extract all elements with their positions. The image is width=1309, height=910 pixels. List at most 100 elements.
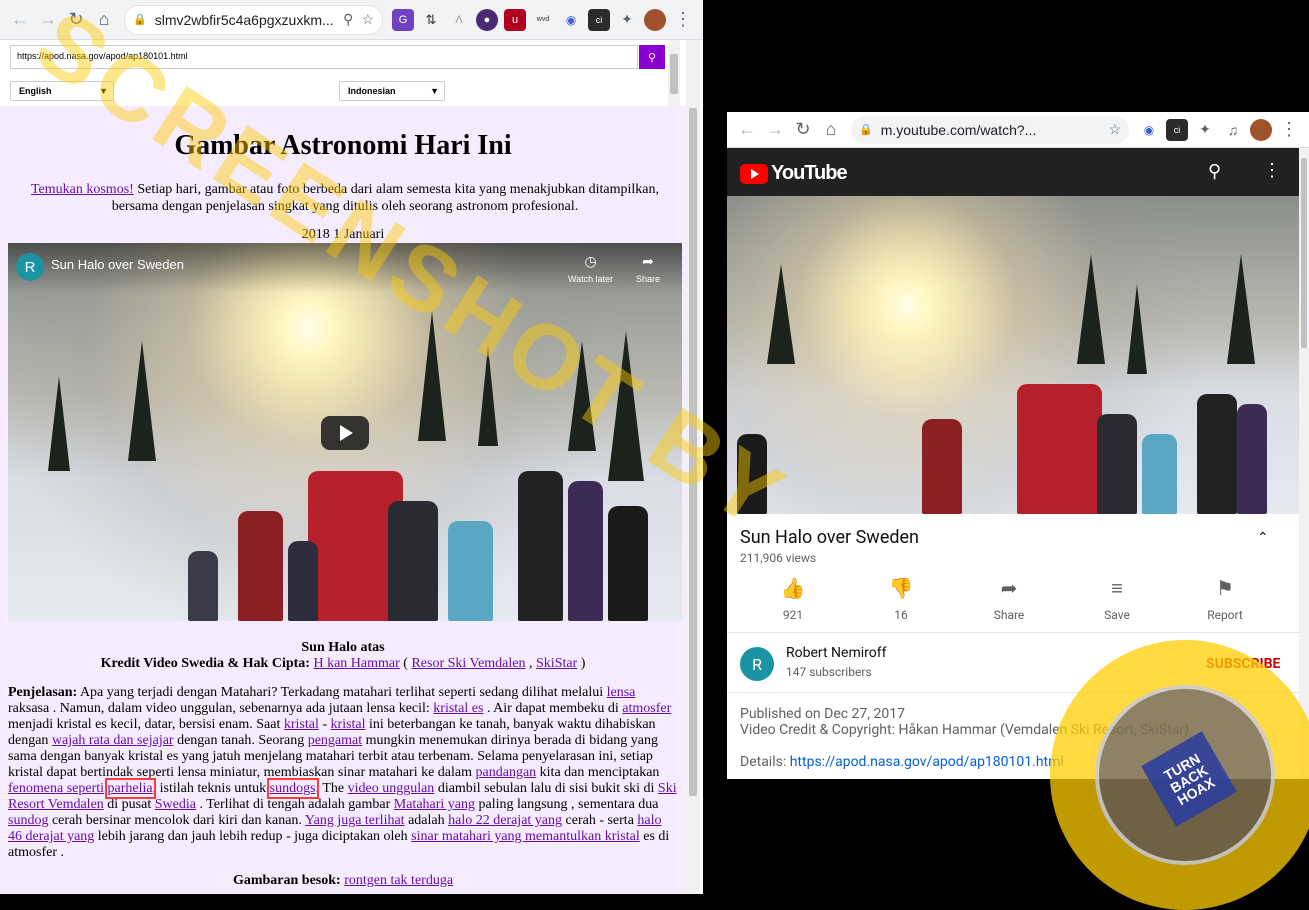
link-sinar-matahari[interactable]: sinar matahari yang memantulkan kristal bbox=[411, 829, 640, 844]
explanation-text: diambil sebulan lalu di sisi bukit ski d… bbox=[434, 781, 658, 796]
tree-shape bbox=[608, 331, 644, 481]
menu-kebab-icon[interactable]: ⋮ bbox=[669, 6, 697, 34]
link-lensa[interactable]: lensa bbox=[607, 685, 636, 700]
more-options-icon[interactable]: ⋮ bbox=[1263, 160, 1281, 181]
video-info-panel: Sun Halo over Sweden 211,906 views ⌃ 👍 9… bbox=[727, 514, 1299, 779]
tomorrow-link[interactable]: rontgen tak terduga bbox=[344, 873, 453, 888]
target-language-select[interactable]: Indonesian ▼ bbox=[339, 81, 445, 101]
play-button[interactable] bbox=[321, 416, 369, 450]
media-control-icon[interactable]: ♫ bbox=[1222, 118, 1244, 141]
search-icon[interactable]: ⚲ bbox=[1208, 161, 1221, 182]
discover-cosmos-link[interactable]: Temukan kosmos! bbox=[31, 182, 134, 197]
ublock-extension-icon[interactable]: u bbox=[504, 8, 526, 31]
proxy-scrollbar[interactable] bbox=[668, 40, 680, 106]
report-button[interactable]: ⚑ Report bbox=[1175, 576, 1275, 622]
share-button[interactable]: ➦ Share bbox=[959, 576, 1059, 622]
embedded-video-player[interactable]: R Sun Halo over Sweden ◷ Watch later ➦ S… bbox=[8, 243, 682, 621]
channel-avatar[interactable]: R bbox=[16, 253, 44, 281]
address-bar[interactable]: 🔒 m.youtube.com/watch?... ☆ bbox=[851, 115, 1129, 144]
puzzle-extensions-icon[interactable]: ✦ bbox=[1194, 118, 1216, 141]
chevron-up-icon[interactable]: ⌃ bbox=[1257, 530, 1269, 546]
link-kristal[interactable]: kristal bbox=[284, 717, 319, 732]
skier-shape bbox=[922, 419, 962, 514]
link-sundog[interactable]: sundog bbox=[8, 813, 48, 828]
explanation-text: lebih jarang dan jauh lebih redup - juga… bbox=[94, 829, 412, 844]
watch-later-button[interactable]: ◷ Watch later bbox=[568, 253, 613, 284]
extension-icon[interactable]: Λ bbox=[448, 8, 470, 31]
like-button[interactable]: 👍 921 bbox=[743, 576, 843, 622]
proxy-url-input[interactable]: https://apod.nasa.gov/apod/ap180101.html bbox=[10, 45, 638, 69]
proxy-scrollbar-thumb[interactable] bbox=[670, 54, 678, 94]
source-language-select[interactable]: English ▼ bbox=[10, 81, 114, 101]
credit-link-hammar[interactable]: H kan Hammar bbox=[313, 656, 399, 671]
credit-link-skistar[interactable]: SkiStar bbox=[536, 656, 577, 671]
video-actions: 👍 921 👎 16 ➦ Share ≡ Save ⚑ Report bbox=[727, 576, 1299, 631]
link-halo-22[interactable]: halo 22 derajat yang bbox=[448, 813, 562, 828]
home-button[interactable]: ⌂ bbox=[90, 6, 118, 34]
subscribe-button[interactable]: SUBSCRIBE bbox=[1206, 656, 1280, 672]
tomorrow-label: Gambaran besok: bbox=[232, 873, 341, 888]
credit-link-vemdalen[interactable]: Resor Ski Vemdalen bbox=[411, 656, 525, 671]
forward-button[interactable]: → bbox=[34, 6, 62, 34]
extension-icon[interactable]: ● bbox=[476, 8, 498, 31]
reload-button[interactable]: ↻ bbox=[62, 6, 90, 34]
back-button[interactable]: ← bbox=[733, 116, 761, 144]
skier-shape bbox=[448, 521, 493, 621]
channel-name[interactable]: Robert Nemiroff bbox=[786, 645, 886, 661]
page-scrollbar-thumb[interactable] bbox=[1301, 158, 1307, 348]
video-title-overlay[interactable]: Sun Halo over Sweden bbox=[51, 257, 184, 272]
extension-icon[interactable]: ci bbox=[588, 8, 610, 31]
extension-icon[interactable]: ◉ bbox=[560, 8, 582, 31]
skier-shape bbox=[388, 501, 438, 621]
details-link[interactable]: https://apod.nasa.gov/apod/ap180101.html bbox=[790, 754, 1064, 770]
skier-shape bbox=[288, 541, 318, 621]
watch-later-label: Watch later bbox=[568, 274, 614, 284]
link-matahari[interactable]: Matahari yang bbox=[394, 797, 475, 812]
link-kristal[interactable]: kristal bbox=[331, 717, 366, 732]
profile-avatar[interactable] bbox=[644, 8, 666, 31]
menu-kebab-icon[interactable]: ⋮ bbox=[1275, 116, 1303, 144]
puzzle-extensions-icon[interactable]: ✦ bbox=[616, 8, 638, 31]
equalizer-extension-icon[interactable]: ⇅ bbox=[420, 8, 442, 31]
save-button[interactable]: ≡ Save bbox=[1067, 576, 1167, 622]
profile-avatar[interactable] bbox=[1250, 118, 1272, 141]
channel-avatar[interactable]: R bbox=[740, 647, 774, 681]
extension-icon[interactable]: ◉ bbox=[1138, 118, 1160, 141]
link-juga-terlihat[interactable]: Yang juga terlihat bbox=[305, 813, 405, 828]
link-fenomena[interactable]: fenomena seperti bbox=[8, 781, 104, 796]
bookmark-star-icon[interactable]: ☆ bbox=[1108, 121, 1121, 138]
youtube-logo[interactable]: YouTube bbox=[740, 162, 848, 185]
forward-button[interactable]: → bbox=[761, 116, 789, 144]
tree-shape bbox=[767, 264, 795, 364]
link-video-unggulan[interactable]: video unggulan bbox=[348, 781, 435, 796]
link-kristal-es[interactable]: kristal es bbox=[433, 701, 483, 716]
tree-shape bbox=[1127, 284, 1147, 374]
back-button[interactable]: ← bbox=[6, 6, 34, 34]
page-scrollbar[interactable] bbox=[686, 40, 700, 894]
youtube-video-player[interactable] bbox=[727, 196, 1299, 514]
extension-icon[interactable]: G bbox=[392, 8, 414, 31]
intro-text: Setiap hari, gambar atau foto berbeda da… bbox=[111, 182, 660, 214]
caption-title: Sun Halo atas bbox=[301, 640, 385, 655]
link-pandangan[interactable]: pandangan bbox=[476, 765, 537, 780]
home-button[interactable]: ⌂ bbox=[817, 116, 845, 144]
extension-icon[interactable]: ci bbox=[1166, 118, 1188, 141]
page-scrollbar-thumb[interactable] bbox=[689, 108, 697, 796]
dislike-button[interactable]: 👎 16 bbox=[851, 576, 951, 622]
zoom-icon[interactable]: ⚲ bbox=[343, 11, 353, 28]
subscriber-count: 147 subscribers bbox=[786, 665, 872, 679]
explanation-text: raksasa . Namun, dalam video unggulan, s… bbox=[8, 701, 434, 716]
bookmark-star-icon[interactable]: ☆ bbox=[361, 11, 374, 28]
link-atmosfer[interactable]: atmosfer bbox=[622, 701, 671, 716]
link-swedia[interactable]: Swedia bbox=[155, 797, 196, 812]
link-wajah-rata[interactable]: wajah rata dan sejajar bbox=[52, 733, 174, 748]
page-scrollbar[interactable] bbox=[1299, 148, 1309, 779]
link-pengamat[interactable]: pengamat bbox=[308, 733, 362, 748]
link-parhelia-highlighted[interactable]: parhelia bbox=[104, 778, 156, 799]
reload-button[interactable]: ↻ bbox=[789, 116, 817, 144]
share-button[interactable]: ➦ Share bbox=[636, 253, 660, 284]
link-sundogs-highlighted[interactable]: sundogs bbox=[266, 778, 319, 799]
extension-icon[interactable]: wvd bbox=[532, 8, 554, 31]
search-icon[interactable]: ⚲ bbox=[639, 45, 665, 69]
address-bar[interactable]: 🔒 slmv2wbfir5c4a6pgxzuxkm... ⚲ ☆ bbox=[124, 4, 383, 35]
